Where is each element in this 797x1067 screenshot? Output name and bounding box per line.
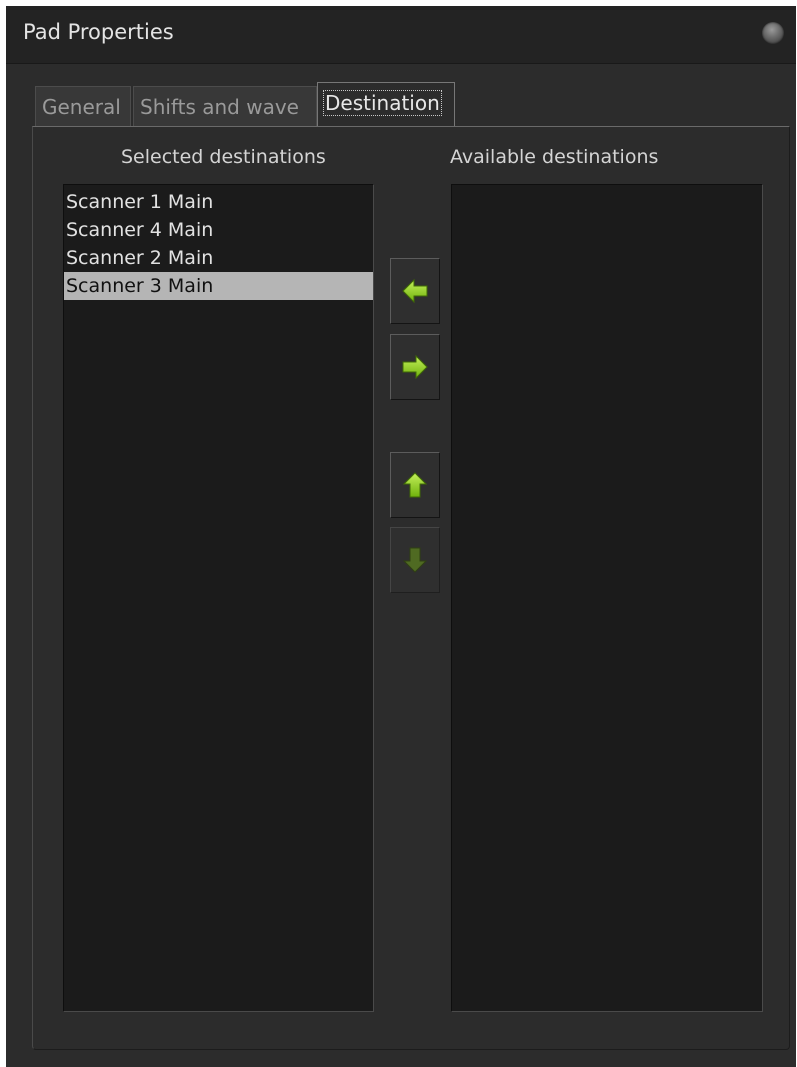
selected-destinations-label: Selected destinations — [121, 146, 326, 168]
tab-destination[interactable]: Destination — [317, 82, 455, 128]
available-destinations-label: Available destinations — [450, 146, 659, 168]
tab-shifts-and-wave[interactable]: Shifts and wave — [133, 86, 317, 128]
add-destination-button[interactable] — [390, 258, 440, 324]
list-item[interactable]: Scanner 1 Main — [64, 188, 373, 216]
pad-properties-window: Pad Properties General Shifts and wave D… — [6, 6, 796, 1067]
arrow-down-icon — [402, 547, 428, 573]
remove-destination-button[interactable] — [390, 334, 440, 400]
arrow-up-icon — [402, 472, 428, 498]
arrow-right-icon — [402, 354, 428, 380]
arrow-left-icon — [402, 278, 428, 304]
selected-destinations-list[interactable]: Scanner 1 Main Scanner 4 Main Scanner 2 … — [63, 184, 374, 1012]
tab-label: Shifts and wave — [140, 95, 299, 119]
list-item[interactable]: Scanner 2 Main — [64, 244, 373, 272]
tab-label: Destination — [323, 90, 442, 116]
tab-general[interactable]: General — [35, 86, 131, 128]
list-item-selected[interactable]: Scanner 3 Main — [64, 272, 373, 300]
window-title: Pad Properties — [23, 20, 174, 44]
list-item[interactable]: Scanner 4 Main — [64, 216, 373, 244]
window-knob-icon[interactable] — [762, 22, 784, 44]
title-bar[interactable]: Pad Properties — [6, 6, 796, 64]
tab-label: General — [42, 95, 121, 119]
available-destinations-list[interactable] — [451, 184, 763, 1012]
move-down-button[interactable] — [390, 527, 440, 593]
move-up-button[interactable] — [390, 452, 440, 518]
